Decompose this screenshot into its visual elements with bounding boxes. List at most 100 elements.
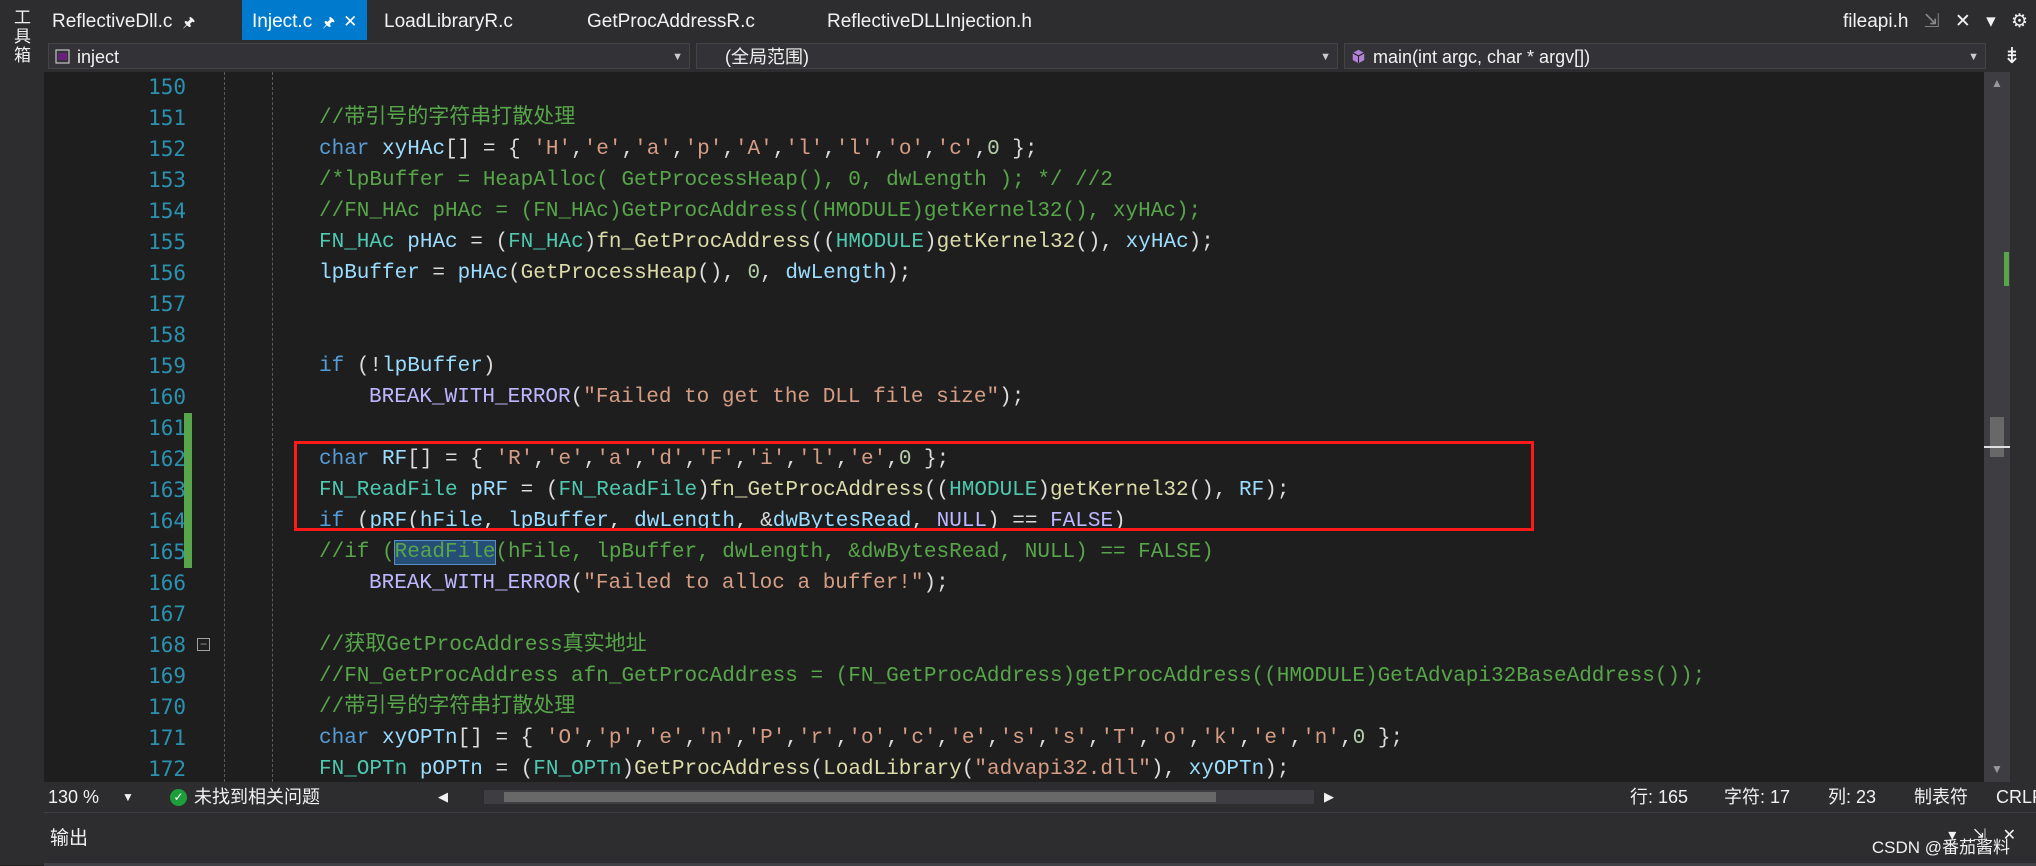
keep-open-icon[interactable]: ⇲ bbox=[1924, 11, 1940, 32]
close-icon[interactable]: ✕ bbox=[1955, 11, 1971, 32]
watermark: CSDN @番茄酱料 bbox=[1871, 838, 2010, 857]
document-tab-bar: ReflectiveDll.c 🖈 Inject.c 🖈 ✕ LoadLibraryR… bbox=[44, 0, 2036, 40]
zoom-level[interactable]: 130 % bbox=[48, 782, 99, 812]
code-line-156: lpBuffer = pHAc(GetProcessHeap(), 0, dwL… bbox=[319, 262, 912, 285]
line-number: 168 bbox=[148, 633, 186, 657]
code-line-171: char xyOPTn[] = { 'O','p','e','n','P','r… bbox=[319, 727, 1404, 750]
comment-text: /*lpBuffer = HeapAlloc( GetProcessHeap()… bbox=[319, 169, 1113, 192]
scrollbar-thumb[interactable] bbox=[504, 792, 1216, 802]
char-indicator[interactable]: 字符: 17 bbox=[1724, 782, 1790, 812]
scroll-up-icon[interactable]: ▲ bbox=[1984, 76, 2010, 90]
code-line-168: //获取GetProcAddress真实地址 bbox=[319, 630, 647, 661]
chevron-down-icon: ▼ bbox=[672, 51, 683, 63]
right-panel-edge bbox=[2010, 72, 2036, 782]
check-circle-icon: ✓ bbox=[170, 789, 187, 806]
editor-status-bar: 130 % ▼ ✓ 未找到相关问题 ◀ ▶ 行: 165 字符: 17 列: 2… bbox=[44, 782, 2036, 812]
column-indicator[interactable]: 列: 23 bbox=[1828, 782, 1876, 812]
line-number: 158 bbox=[148, 323, 186, 347]
tab-label: ReflectiveDll.c bbox=[52, 11, 173, 32]
member-dropdown[interactable]: main(int argc, char * argv[]) ▼ bbox=[1344, 43, 1986, 69]
toolbox-strip[interactable]: 工具箱 bbox=[0, 0, 45, 865]
tab-label: LoadLibraryR.c bbox=[384, 11, 513, 32]
line-number: 153 bbox=[148, 168, 186, 192]
comment-text: //带引号的字符串打散处理 bbox=[319, 696, 576, 719]
pin-icon[interactable]: 🖈 bbox=[182, 14, 195, 30]
change-indicator bbox=[184, 413, 192, 537]
chevron-down-icon[interactable]: ▼ bbox=[122, 782, 134, 812]
code-line-153: /*lpBuffer = HeapAlloc( GetProcessHeap()… bbox=[319, 165, 1113, 196]
tab-getprocaddressr-c[interactable]: GetProcAddressR.c bbox=[587, 0, 755, 40]
tab-label: ReflectiveDLLInjection.h bbox=[827, 11, 1032, 32]
scope-label: (全局范围) bbox=[725, 47, 809, 67]
comment-text: //获取GetProcAddress真实地址 bbox=[319, 634, 647, 657]
output-panel: 输出 ▾ ⇲ ✕ CSDN @番茄酱料 bbox=[44, 812, 2036, 866]
code-line-154: //FN_HAc pHAc = (FN_HAc)GetProcAddress((… bbox=[319, 196, 1201, 227]
line-number: 162 bbox=[148, 447, 186, 471]
tab-inject-c[interactable]: Inject.c 🖈 ✕ bbox=[242, 0, 368, 40]
project-icon bbox=[55, 49, 70, 64]
chevron-down-icon: ▼ bbox=[1968, 51, 1979, 63]
line-number: 172 bbox=[148, 757, 186, 781]
line-number: 166 bbox=[148, 571, 186, 595]
member-label: main(int argc, char * argv[]) bbox=[1373, 47, 1591, 67]
comment-text: //FN_HAc pHAc = (FN_HAc)GetProcAddress((… bbox=[319, 200, 1202, 223]
gear-icon[interactable]: ⚙ bbox=[2011, 11, 2028, 32]
scroll-down-icon[interactable]: ▼ bbox=[1984, 762, 2010, 776]
line-number: 164 bbox=[148, 509, 186, 533]
comment-text: //FN_GetProcAddress afn_GetProcAddress =… bbox=[319, 665, 1706, 688]
project-label: inject bbox=[77, 47, 120, 67]
indent-mode[interactable]: 制表符 bbox=[1914, 782, 1968, 812]
comment-text: //带引号的字符串打散处理 bbox=[319, 107, 576, 130]
vertical-scrollbar[interactable]: ▲ ▼ bbox=[1984, 72, 2010, 782]
tab-reflectivedllinjection-h[interactable]: ReflectiveDLLInjection.h bbox=[827, 0, 1032, 40]
preview-tab-area: fileapi.h ⇲ ✕ ▾ ⚙ bbox=[1833, 0, 2028, 40]
scope-dropdown[interactable]: (全局范围) ▼ bbox=[696, 43, 1338, 69]
scroll-left-icon[interactable]: ◀ bbox=[438, 782, 448, 812]
caret-position-marker bbox=[1984, 446, 2010, 448]
code-line-151: //带引号的字符串打散处理 bbox=[319, 103, 575, 134]
tab-list-dropdown-icon[interactable]: ▾ bbox=[1986, 11, 1996, 32]
line-indicator[interactable]: 行: 165 bbox=[1630, 782, 1688, 812]
tab-reflectivedll-c[interactable]: ReflectiveDll.c 🖈 bbox=[52, 0, 195, 40]
line-number: 150 bbox=[148, 75, 186, 99]
method-icon bbox=[1352, 49, 1365, 64]
issues-status[interactable]: 未找到相关问题 bbox=[194, 782, 320, 812]
line-number: 159 bbox=[148, 354, 186, 378]
code-line-165: //if (ReadFile(hFile, lpBuffer, dwLength… bbox=[319, 540, 1214, 565]
close-icon[interactable]: ✕ bbox=[343, 12, 357, 31]
chevron-down-icon: ▼ bbox=[1320, 51, 1331, 63]
scroll-right-icon[interactable]: ▶ bbox=[1324, 782, 1334, 812]
code-line-172: FN_OPTn pOPTn = (FN_OPTn)GetProcAddress(… bbox=[319, 758, 1290, 781]
line-number-gutter: 150 151 152 153 154 155 156 157 158 159 … bbox=[44, 72, 234, 782]
line-number: 154 bbox=[148, 199, 186, 223]
line-ending[interactable]: CRLF bbox=[1996, 782, 2036, 812]
line-number: 160 bbox=[148, 385, 186, 409]
code-line-170: //带引号的字符串打散处理 bbox=[319, 692, 575, 723]
tab-label: Inject.c bbox=[252, 11, 313, 32]
line-number: 151 bbox=[148, 106, 186, 130]
line-number: 161 bbox=[148, 416, 186, 440]
line-number: 171 bbox=[148, 726, 186, 750]
code-line-169: //FN_GetProcAddress afn_GetProcAddress =… bbox=[319, 661, 1705, 692]
output-panel-title[interactable]: 输出 bbox=[50, 823, 88, 850]
split-editor-button[interactable]: ⇟ bbox=[1998, 43, 2026, 69]
line-number: 156 bbox=[148, 261, 186, 285]
toolbox-label[interactable]: 工具箱 bbox=[8, 8, 33, 65]
code-editor[interactable]: 150 151 152 153 154 155 156 157 158 159 … bbox=[44, 72, 1984, 782]
horizontal-scrollbar[interactable] bbox=[484, 790, 1314, 804]
tab-loadlibraryr-c[interactable]: LoadLibraryR.c bbox=[384, 0, 513, 40]
line-number: 170 bbox=[148, 695, 186, 719]
highlighted-symbol: ReadFile bbox=[393, 540, 497, 565]
collapse-region-icon[interactable]: − bbox=[197, 638, 210, 651]
code-line-155: FN_HAc pHAc = (FN_HAc)fn_GetProcAddress(… bbox=[319, 231, 1214, 254]
line-number: 152 bbox=[148, 137, 186, 161]
change-marker bbox=[2004, 252, 2009, 286]
line-number: 169 bbox=[148, 664, 186, 688]
preview-tab-fileapi-h[interactable]: fileapi.h bbox=[1843, 11, 1909, 32]
project-dropdown[interactable]: inject ▼ bbox=[48, 43, 690, 69]
scrollbar-thumb[interactable] bbox=[1990, 417, 2004, 457]
pin-icon[interactable]: 🖈 bbox=[322, 14, 335, 30]
line-number: 165 bbox=[148, 540, 186, 564]
code-line-160: BREAK_WITH_ERROR("Failed to get the DLL … bbox=[369, 386, 1025, 409]
line-number: 157 bbox=[148, 292, 186, 316]
